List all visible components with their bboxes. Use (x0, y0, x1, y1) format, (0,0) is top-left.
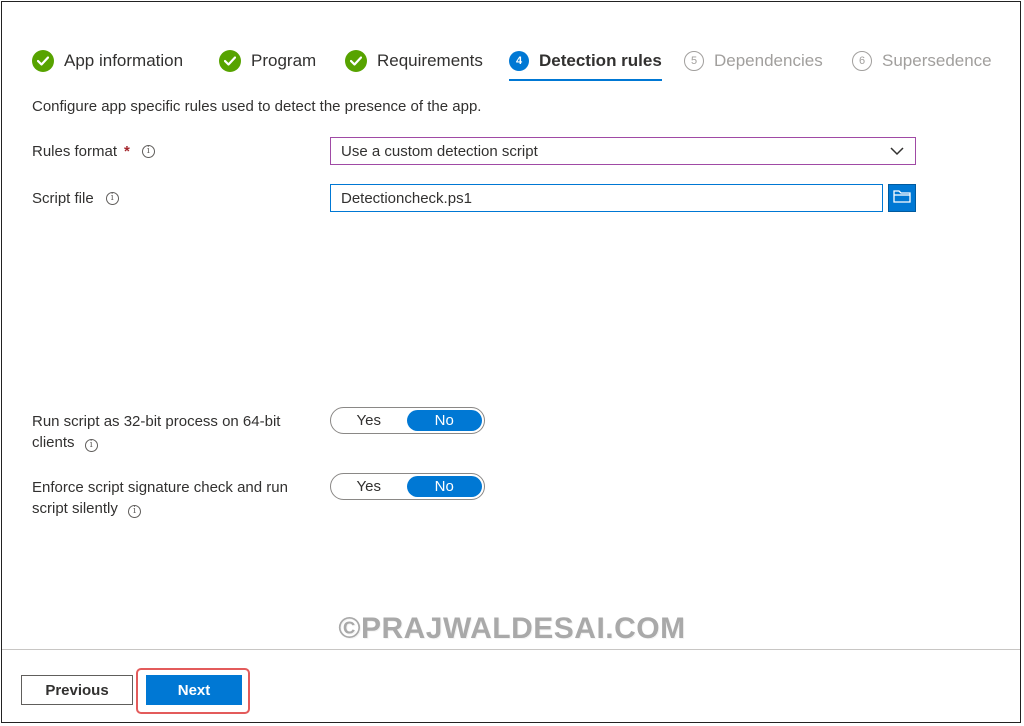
check-circle-icon (219, 50, 241, 72)
info-icon[interactable]: i (84, 439, 98, 452)
enforce-signature-label: Enforce script signature check and run s… (32, 477, 312, 519)
folder-icon (893, 189, 911, 208)
rules-format-label: Rules format * i (32, 143, 155, 160)
step-number-badge: 5 (684, 51, 704, 71)
step-label: App information (64, 51, 184, 70)
toggle-no-option[interactable]: No (406, 476, 482, 497)
step-requirements[interactable]: Requirements (345, 46, 483, 76)
field-label-text: Enforce script signature check and run s… (32, 479, 288, 517)
info-icon[interactable]: i (128, 505, 142, 518)
footer-bar: Previous Next (2, 649, 1020, 722)
chevron-down-icon (889, 143, 905, 163)
toggle-yes-option[interactable]: Yes (331, 474, 407, 499)
check-circle-icon (32, 50, 54, 72)
field-label-text: Rules format (32, 143, 118, 160)
script-file-input[interactable] (330, 184, 883, 212)
browse-file-button[interactable] (888, 184, 916, 212)
step-label: Dependencies (714, 51, 823, 70)
info-icon[interactable]: i (141, 145, 155, 158)
next-button[interactable]: Next (146, 675, 242, 705)
detection-rules-page: App information Program Requirements 4 D… (1, 1, 1021, 723)
rules-format-dropdown[interactable]: Use a custom detection script (330, 137, 916, 165)
step-dependencies[interactable]: 5 Dependencies (684, 46, 823, 76)
page-description: Configure app specific rules used to det… (32, 98, 482, 115)
script-file-label: Script file i (32, 190, 119, 207)
step-label: Supersedence (882, 51, 992, 70)
dropdown-selected-value: Use a custom detection script (341, 142, 538, 160)
info-icon[interactable]: i (105, 192, 119, 205)
step-supersedence[interactable]: 6 Supersedence (852, 46, 992, 76)
step-label: Program (251, 51, 317, 70)
step-number-badge: 6 (852, 51, 872, 71)
step-app-information[interactable]: App information (32, 46, 183, 76)
run-32bit-toggle[interactable]: Yes No (330, 407, 485, 434)
toggle-no-option[interactable]: No (406, 410, 482, 431)
field-label-text: Script file (32, 190, 94, 207)
step-label: Detection rules (539, 51, 662, 70)
watermark: ©PRAJWALDESAI.COM (338, 612, 686, 645)
wizard-steps: App information Program Requirements 4 D… (32, 46, 1002, 82)
step-program[interactable]: Program (219, 46, 316, 76)
step-detection-rules[interactable]: 4 Detection rules (509, 46, 662, 81)
field-label-text: Run script as 32-bit process on 64-bit c… (32, 413, 281, 451)
run-32bit-label: Run script as 32-bit process on 64-bit c… (32, 411, 312, 453)
required-marker: * (124, 143, 130, 160)
toggle-yes-option[interactable]: Yes (331, 408, 407, 433)
enforce-signature-toggle[interactable]: Yes No (330, 473, 485, 500)
previous-button[interactable]: Previous (21, 675, 133, 705)
step-label: Requirements (377, 51, 483, 70)
check-circle-icon (345, 50, 367, 72)
step-number-badge: 4 (509, 51, 529, 71)
